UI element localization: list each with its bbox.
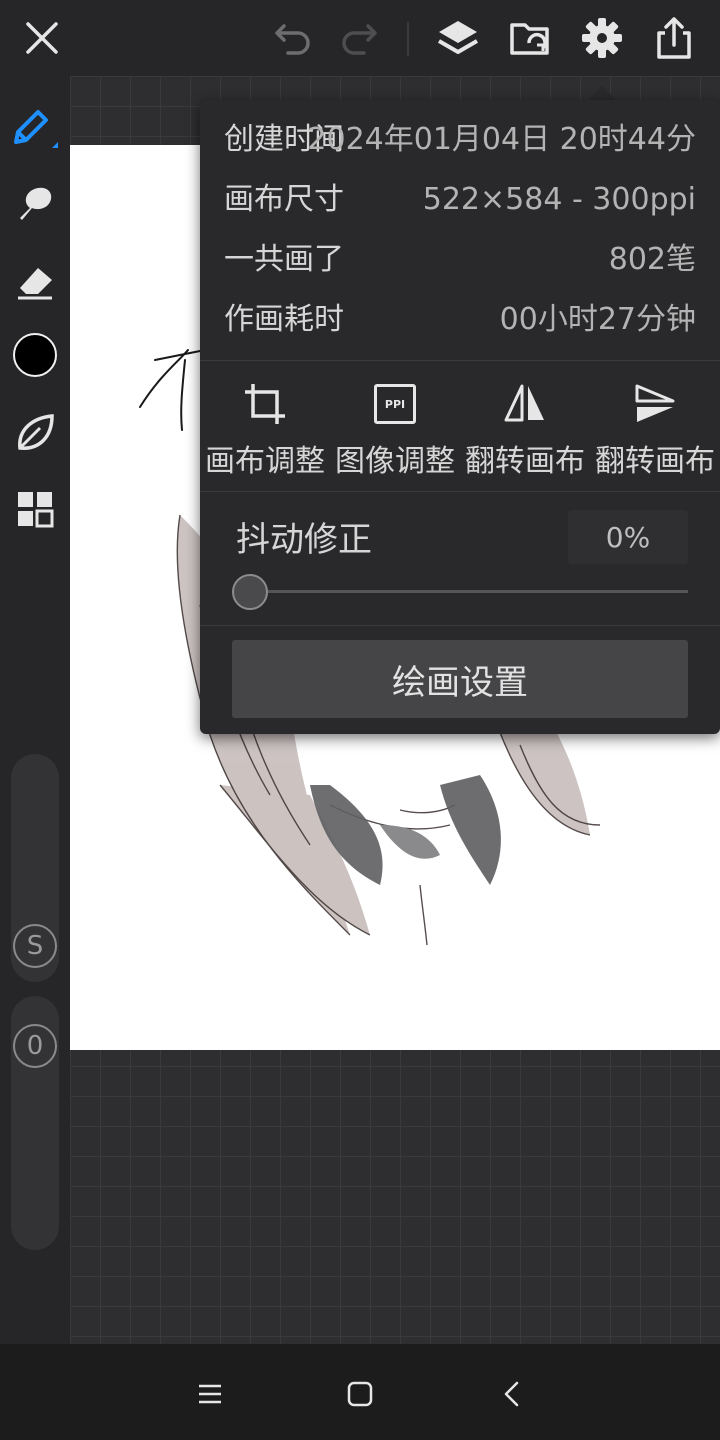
home-icon[interactable] bbox=[340, 1374, 380, 1414]
image-adjust-button[interactable]: PPI 图像调整 bbox=[330, 368, 460, 480]
back-icon[interactable] bbox=[492, 1374, 532, 1414]
created-row: 创建时间 2024年01月04日 20时44分 bbox=[224, 120, 696, 160]
size-toggle-button[interactable]: S bbox=[13, 924, 57, 968]
time-label: 作画耗时 bbox=[224, 302, 344, 337]
popup-pointer bbox=[588, 86, 616, 100]
ppi-icon: PPI bbox=[330, 376, 460, 432]
flip-vertical-label: 翻转画布 bbox=[595, 444, 715, 479]
stabilizer-label: 抖动修正 bbox=[236, 520, 372, 560]
time-row: 作画耗时 00小时27分钟 bbox=[224, 300, 696, 340]
strokes-label: 一共画了 bbox=[224, 242, 344, 277]
close-icon[interactable] bbox=[16, 12, 68, 64]
divider bbox=[200, 625, 720, 626]
divider bbox=[200, 360, 720, 361]
grid-icon[interactable] bbox=[8, 482, 62, 536]
divider bbox=[200, 491, 720, 492]
eraser-icon[interactable] bbox=[8, 254, 62, 308]
leaf-icon[interactable] bbox=[8, 406, 62, 460]
layers-icon[interactable] bbox=[432, 12, 484, 64]
top-toolbar bbox=[0, 0, 720, 76]
flip-horizontal-button[interactable]: 翻转画布 bbox=[460, 368, 590, 480]
strokes-row: 一共画了 802笔 bbox=[224, 240, 696, 280]
opacity-toggle-button[interactable]: 0 bbox=[13, 1024, 57, 1068]
gear-icon[interactable] bbox=[576, 12, 628, 64]
created-value: 2024年01月04日 20时44分 bbox=[307, 122, 696, 157]
canvas-info-popup: 创建时间 2024年01月04日 20时44分 画布尺寸 522×584 - 3… bbox=[200, 100, 720, 734]
size-label: 画布尺寸 bbox=[224, 182, 344, 217]
strokes-value: 802笔 bbox=[608, 242, 696, 277]
image-adjust-label: 图像调整 bbox=[335, 444, 455, 479]
stabilizer-value[interactable]: 0% bbox=[568, 510, 688, 564]
painting-settings-button[interactable]: 绘画设置 bbox=[232, 640, 688, 718]
share-icon[interactable] bbox=[648, 12, 700, 64]
canvas-adjust-button[interactable]: 画布调整 bbox=[200, 368, 330, 480]
flip-vertical-button[interactable]: 翻转画布 bbox=[590, 368, 720, 480]
toolbar-divider bbox=[407, 22, 409, 56]
crop-icon bbox=[200, 376, 330, 432]
canvas-adjust-label: 画布调整 bbox=[205, 444, 325, 479]
flip-vertical-icon bbox=[590, 376, 720, 432]
pen-icon[interactable] bbox=[8, 98, 62, 152]
redo-icon[interactable] bbox=[332, 12, 384, 64]
size-row: 画布尺寸 522×584 - 300ppi bbox=[224, 180, 696, 220]
system-nav-bar bbox=[0, 1344, 720, 1440]
menu-icon[interactable] bbox=[190, 1374, 230, 1414]
stabilizer-slider-thumb[interactable] bbox=[232, 574, 268, 610]
color-swatch[interactable] bbox=[8, 328, 62, 382]
stabilizer-slider-track[interactable] bbox=[250, 590, 688, 593]
size-value: 522×584 - 300ppi bbox=[422, 182, 696, 217]
smudge-icon[interactable] bbox=[8, 176, 62, 230]
time-value: 00小时27分钟 bbox=[499, 302, 696, 337]
undo-icon[interactable] bbox=[268, 12, 320, 64]
flip-horizontal-label: 翻转画布 bbox=[465, 444, 585, 479]
gallery-icon[interactable] bbox=[504, 12, 556, 64]
flip-horizontal-icon bbox=[460, 376, 590, 432]
